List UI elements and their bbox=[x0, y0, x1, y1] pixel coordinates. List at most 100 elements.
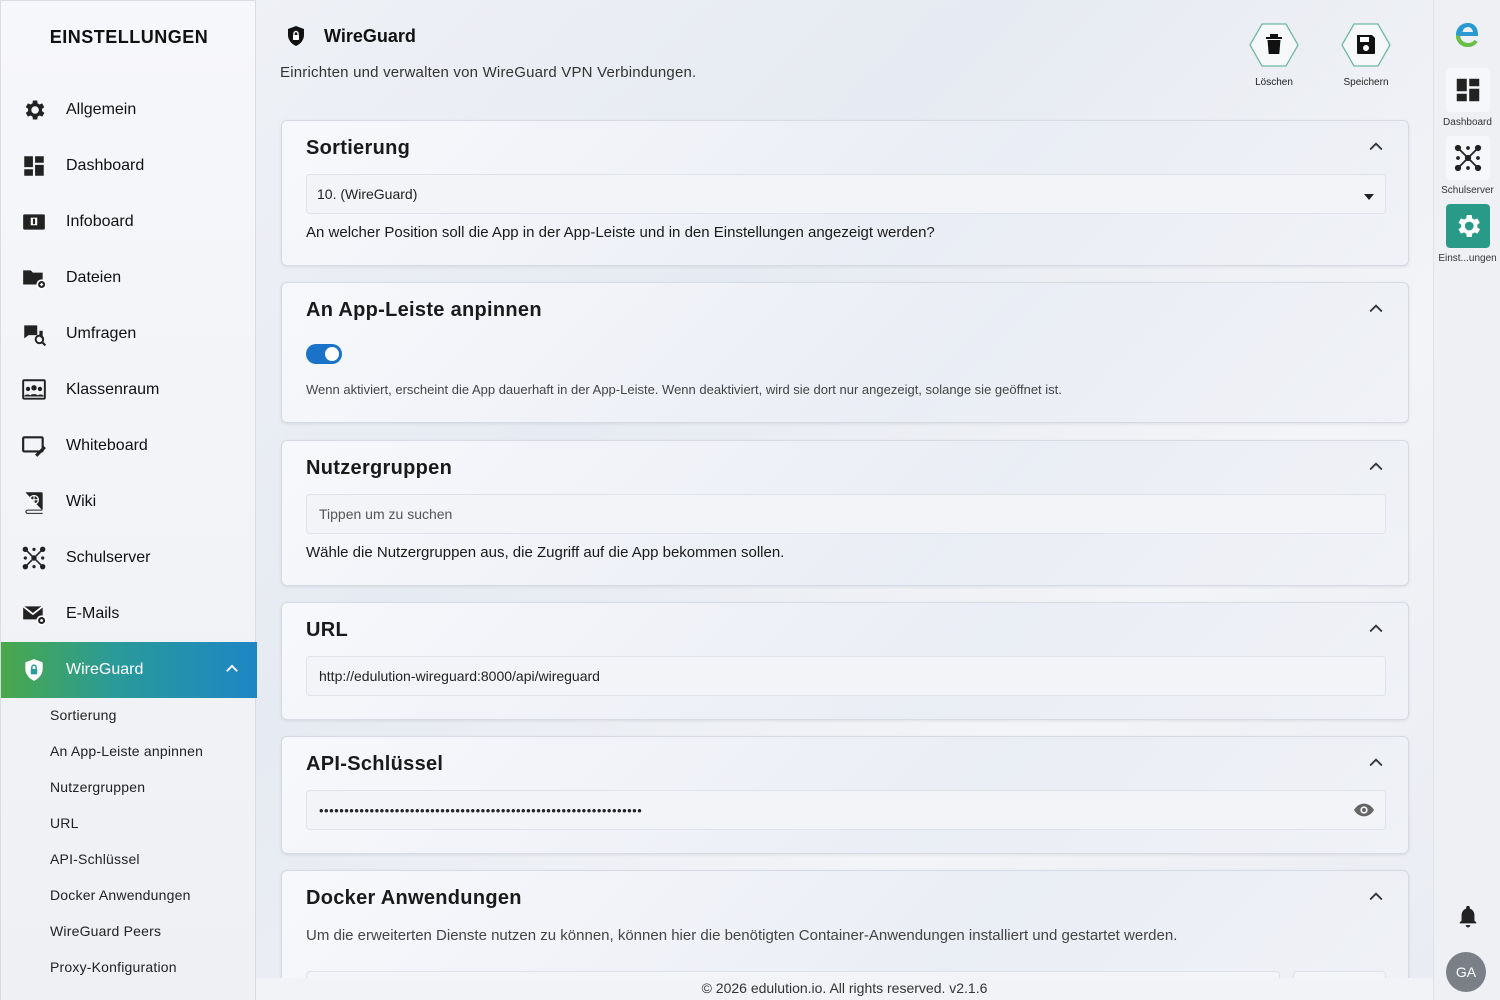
caret-down-icon bbox=[1363, 189, 1375, 205]
input-placeholder: Tippen um zu suchen bbox=[319, 506, 453, 522]
chevron-up-icon[interactable] bbox=[1366, 457, 1386, 477]
sub-item-url[interactable]: URL bbox=[50, 815, 79, 831]
logo-icon bbox=[1455, 23, 1478, 47]
sub-item-peers[interactable]: WireGuard Peers bbox=[50, 923, 161, 939]
sidebar-item-label: Umfragen bbox=[66, 325, 137, 342]
sidebar-item-dateien[interactable]: Dateien bbox=[1, 250, 257, 306]
sidebar-item-label: Dashboard bbox=[66, 157, 145, 174]
groups-search-input[interactable]: Tippen um zu suchen bbox=[306, 494, 1386, 534]
chevron-up-icon[interactable] bbox=[1366, 619, 1386, 639]
save-label: Speichern bbox=[1343, 77, 1389, 88]
rail-item-dashboard[interactable]: Dashboard bbox=[1434, 68, 1500, 128]
chevron-up-icon[interactable] bbox=[1366, 887, 1386, 907]
avatar[interactable]: GA bbox=[1446, 952, 1486, 992]
chevron-up-icon[interactable] bbox=[1366, 299, 1386, 319]
sub-item-docker[interactable]: Docker Anwendungen bbox=[50, 887, 191, 903]
delete-label: Löschen bbox=[1255, 77, 1293, 88]
section-title: URL bbox=[306, 619, 349, 641]
sidebar-item-infoboard[interactable]: Infoboard bbox=[1, 194, 257, 250]
rail-item-label: Einst...ungen bbox=[1438, 253, 1497, 264]
folder-icon bbox=[21, 265, 47, 291]
section-help: Wähle die Nutzergruppen aus, die Zugriff… bbox=[306, 544, 785, 561]
footer-text: © 2026 edulution.io. All rights reserved… bbox=[701, 980, 988, 996]
page-title: WireGuard bbox=[324, 26, 416, 46]
section-pin: An App-Leiste anpinnen Wenn aktiviert, e… bbox=[281, 282, 1409, 423]
sidebar-item-label: Dateien bbox=[66, 269, 122, 286]
sidebar-item-label: Wiki bbox=[66, 493, 97, 510]
shield-icon bbox=[21, 657, 47, 683]
section-title: API-Schlüssel bbox=[306, 753, 444, 775]
sidebar-item-whiteboard[interactable]: Whiteboard bbox=[1, 418, 257, 474]
survey-icon bbox=[21, 321, 47, 347]
footer: © 2026 edulution.io. All rights reserved… bbox=[256, 978, 1433, 1000]
rail-item-label: Schulserver bbox=[1441, 185, 1494, 196]
eye-icon[interactable] bbox=[1353, 800, 1375, 823]
sidebar-item-label: Infoboard bbox=[66, 213, 134, 230]
sidebar-item-label: Whiteboard bbox=[66, 437, 148, 454]
avatar-initials: GA bbox=[1455, 964, 1477, 980]
sidebar-item-allgemein[interactable]: Allgemein bbox=[1, 82, 257, 138]
gear-icon bbox=[21, 97, 47, 123]
trash-icon bbox=[1249, 23, 1299, 67]
select-value: 10. (WireGuard) bbox=[317, 186, 418, 202]
page-description: Einrichten und verwalten von WireGuard V… bbox=[280, 64, 697, 81]
section-nutzergruppen: Nutzergruppen Tippen um zu suchen Wähle … bbox=[281, 440, 1409, 586]
save-icon bbox=[1341, 23, 1391, 67]
sidebar-item-label: WireGuard bbox=[66, 661, 144, 678]
settings-sidebar: EINSTELLUNGEN Allgemein Dashboard Infobo… bbox=[0, 0, 257, 1000]
url-input[interactable]: http://edulution-wireguard:8000/api/wire… bbox=[306, 656, 1386, 696]
infoboard-icon bbox=[21, 209, 47, 235]
sidebar-item-schulserver[interactable]: Schulserver bbox=[1, 530, 257, 586]
save-button[interactable]: Speichern bbox=[1336, 22, 1396, 88]
sidebar-item-dashboard[interactable]: Dashboard bbox=[1, 138, 257, 194]
section-title: Sortierung bbox=[306, 137, 411, 159]
section-title: An App-Leiste anpinnen bbox=[306, 299, 542, 321]
sub-item-proxy[interactable]: Proxy-Konfiguration bbox=[50, 959, 177, 975]
input-value: ••••••••••••••••••••••••••••••••••••••••… bbox=[319, 802, 643, 818]
section-url: URL http://edulution-wireguard:8000/api/… bbox=[281, 602, 1409, 720]
rail-item-label: Dashboard bbox=[1443, 117, 1492, 128]
input-value: http://edulution-wireguard:8000/api/wire… bbox=[319, 668, 600, 684]
chevron-up-icon[interactable] bbox=[1366, 753, 1386, 773]
bell-icon bbox=[1459, 905, 1476, 928]
mail-icon bbox=[21, 601, 47, 627]
dashboard-icon bbox=[1445, 68, 1490, 112]
sub-item-nutzergruppen[interactable]: Nutzergruppen bbox=[50, 779, 145, 795]
section-help: Um die erweiterten Dienste nutzen zu kön… bbox=[306, 927, 1178, 944]
classroom-icon bbox=[21, 377, 47, 403]
network-icon bbox=[1445, 136, 1490, 180]
sidebar-item-klassenraum[interactable]: Klassenraum bbox=[1, 362, 257, 418]
section-help: An welcher Position soll die App in der … bbox=[306, 224, 935, 241]
sidebar-item-emails[interactable]: E-Mails bbox=[1, 586, 257, 642]
sidebar-item-umfragen[interactable]: Umfragen bbox=[1, 306, 257, 362]
notifications-button[interactable] bbox=[1434, 904, 1500, 933]
rail-item-schulserver[interactable]: Schulserver bbox=[1434, 136, 1500, 196]
sidebar-title: EINSTELLUNGEN bbox=[49, 27, 209, 47]
sub-item-api-key[interactable]: API-Schlüssel bbox=[50, 851, 140, 867]
gear-icon bbox=[1445, 204, 1490, 248]
pin-toggle[interactable] bbox=[306, 344, 342, 364]
dashboard-icon bbox=[21, 153, 47, 179]
whiteboard-icon bbox=[21, 433, 47, 459]
section-title: Docker Anwendungen bbox=[306, 887, 522, 909]
edulution-logo[interactable] bbox=[1434, 16, 1500, 55]
sub-item-pin[interactable]: An App-Leiste anpinnen bbox=[50, 743, 203, 759]
shield-icon bbox=[284, 24, 308, 53]
wiki-icon bbox=[21, 489, 47, 515]
chevron-up-icon[interactable] bbox=[1366, 137, 1386, 157]
app-rail: Dashboard Schulserver Einst...ungen bbox=[1433, 0, 1500, 1000]
section-sortierung: Sortierung 10. (WireGuard) An welcher Po… bbox=[281, 120, 1409, 266]
sub-item-sortierung[interactable]: Sortierung bbox=[50, 707, 117, 723]
sidebar-item-label: Klassenraum bbox=[66, 381, 160, 398]
sidebar-item-wireguard[interactable]: WireGuard bbox=[1, 642, 257, 698]
sidebar-item-label: Schulserver bbox=[66, 549, 151, 566]
delete-button[interactable]: Löschen bbox=[1244, 22, 1304, 88]
rail-item-einstellungen[interactable]: Einst...ungen bbox=[1434, 204, 1500, 264]
sidebar-item-wiki[interactable]: Wiki bbox=[1, 474, 257, 530]
section-help: Wenn aktiviert, erscheint die App dauerh… bbox=[306, 382, 1062, 397]
chevron-up-icon[interactable] bbox=[223, 660, 241, 683]
api-key-input[interactable]: ••••••••••••••••••••••••••••••••••••••••… bbox=[306, 790, 1386, 830]
sidebar-item-label: E-Mails bbox=[66, 605, 120, 622]
section-api-key: API-Schlüssel ••••••••••••••••••••••••••… bbox=[281, 736, 1409, 854]
sort-position-select[interactable]: 10. (WireGuard) bbox=[306, 174, 1386, 214]
